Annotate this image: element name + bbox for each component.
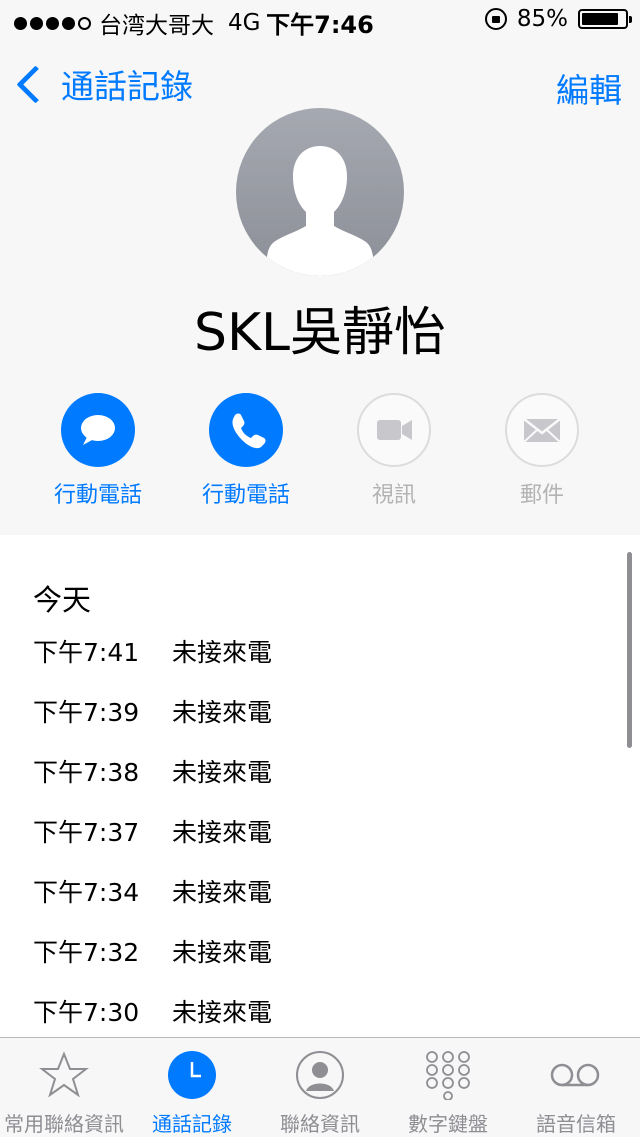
navigation-bar: 通話記錄 編輯 xyxy=(0,54,640,114)
call-time: 下午7:39 xyxy=(33,698,140,727)
video-button[interactable]: 視訊 xyxy=(320,393,468,509)
edit-button[interactable]: 編輯 xyxy=(556,64,622,112)
mail-button-label: 郵件 xyxy=(519,483,564,508)
call-status: 未接來電 xyxy=(172,758,273,787)
avatar xyxy=(236,108,404,276)
tab-label: 常用聯絡資訊 xyxy=(4,1112,124,1136)
clock-icon xyxy=(168,1051,216,1099)
mail-icon xyxy=(505,393,579,467)
call-status: 未接來電 xyxy=(172,998,273,1027)
status-bar: 台湾大哥大 4G 下午7:46 85% xyxy=(0,0,640,40)
tab-favorites[interactable]: 常用聯絡資訊 xyxy=(0,1038,128,1137)
star-icon xyxy=(39,1051,89,1098)
tab-voicemail[interactable]: 語音信箱 xyxy=(512,1038,640,1137)
chevron-left-icon xyxy=(16,64,55,104)
rotation-lock-icon xyxy=(484,8,507,30)
call-button-label: 行動電話 xyxy=(201,483,290,508)
back-button-label: 通話記錄 xyxy=(61,67,193,106)
tab-recents[interactable]: 通話記錄 xyxy=(128,1038,256,1137)
call-history-row: 下午7:37 未接來電 xyxy=(33,813,593,873)
scrollbar[interactable] xyxy=(627,552,632,748)
video-icon xyxy=(357,393,431,467)
phone-icon xyxy=(209,393,283,467)
battery-percentage: 85% xyxy=(516,6,568,32)
call-history-list[interactable]: 今天 下午7:41 未接來電 下午7:39 未接來電 下午7:38 未接來電 下… xyxy=(0,535,640,1037)
call-time: 下午7:37 xyxy=(33,818,140,847)
call-button[interactable]: 行動電話 xyxy=(172,393,320,509)
mail-button[interactable]: 郵件 xyxy=(468,393,616,509)
section-header: 今天 xyxy=(33,583,92,617)
tab-keypad[interactable]: 數字鍵盤 xyxy=(384,1038,512,1137)
call-status: 未接來電 xyxy=(172,878,273,907)
call-history-row: 下午7:32 未接來電 xyxy=(33,933,593,993)
call-status: 未接來電 xyxy=(172,938,273,967)
call-history-row: 下午7:39 未接來電 xyxy=(33,693,593,753)
tab-bar: 常用聯絡資訊 通話記錄 聯絡資訊 數字鍵盤 語音信箱 xyxy=(0,1037,640,1137)
contact-icon xyxy=(296,1051,344,1099)
call-time: 下午7:32 xyxy=(33,938,140,967)
tab-contacts[interactable]: 聯絡資訊 xyxy=(256,1038,384,1137)
call-status: 未接來電 xyxy=(172,818,273,847)
tab-label: 聯絡資訊 xyxy=(280,1112,360,1136)
contact-name: SKL吳靜怡 xyxy=(193,303,447,363)
call-status: 未接來電 xyxy=(172,638,273,667)
call-history-row: 下午7:41 未接來電 xyxy=(33,633,593,693)
tab-label: 數字鍵盤 xyxy=(408,1112,488,1136)
video-button-label: 視訊 xyxy=(371,483,416,508)
call-time: 下午7:38 xyxy=(33,758,140,787)
call-history-row: 下午7:34 未接來電 xyxy=(33,873,593,933)
battery-icon xyxy=(578,9,632,29)
contact-header: 台湾大哥大 4G 下午7:46 85% 通話記錄 編輯 SKL吳靜怡 行動電話 … xyxy=(0,0,640,535)
contact-actions: 行動電話 行動電話 視訊 郵件 xyxy=(0,393,640,513)
message-button[interactable]: 行動電話 xyxy=(24,393,172,509)
message-icon xyxy=(61,393,135,467)
message-button-label: 行動電話 xyxy=(53,483,142,508)
call-status: 未接來電 xyxy=(172,698,273,727)
call-time: 下午7:41 xyxy=(33,638,140,667)
keypad-icon xyxy=(426,1051,470,1100)
back-button[interactable]: 通話記錄 xyxy=(14,60,193,108)
call-time: 下午7:34 xyxy=(33,878,140,907)
call-history-row: 下午7:38 未接來電 xyxy=(33,753,593,813)
person-silhouette-icon xyxy=(266,146,374,276)
tab-label: 語音信箱 xyxy=(536,1112,616,1136)
voicemail-icon xyxy=(550,1063,600,1087)
tab-label: 通話記錄 xyxy=(152,1112,232,1136)
call-time: 下午7:30 xyxy=(33,998,140,1027)
